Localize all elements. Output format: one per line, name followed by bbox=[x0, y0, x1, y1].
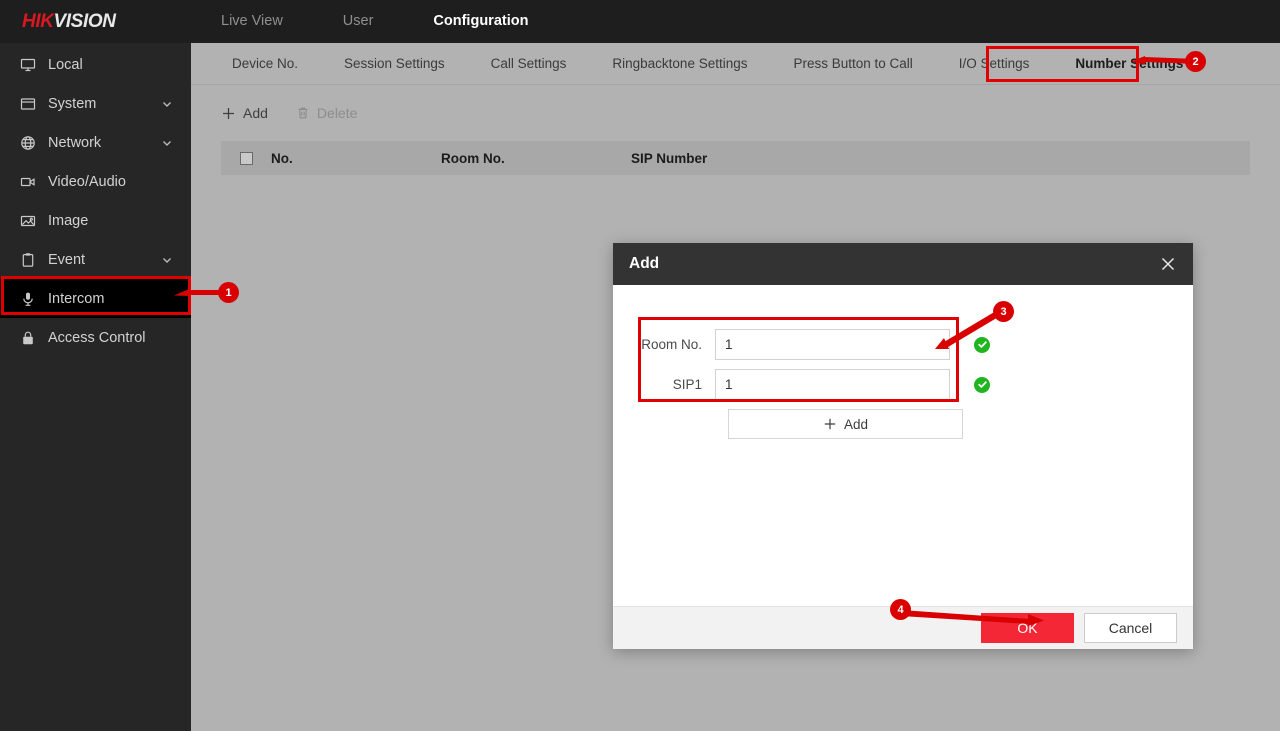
sidebar-label-system: System bbox=[48, 95, 97, 112]
logo-text-vision: VISION bbox=[53, 10, 116, 32]
dialog-header: Add bbox=[613, 243, 1193, 285]
settings-tab-bar: Device No. Session Settings Call Setting… bbox=[191, 43, 1280, 85]
tab-ringbacktone-settings[interactable]: Ringbacktone Settings bbox=[589, 43, 770, 85]
sidebar-item-access-control[interactable]: Access Control bbox=[0, 318, 191, 357]
sidebar: Local System Network Video/Audio Image E… bbox=[0, 43, 191, 731]
hikvision-logo: HIKVISION bbox=[0, 11, 191, 33]
add-button[interactable]: Add bbox=[221, 105, 268, 121]
valid-check-icon bbox=[974, 336, 990, 353]
sidebar-label-image: Image bbox=[48, 212, 89, 229]
nav-item-live-view[interactable]: Live View bbox=[191, 0, 313, 43]
tab-press-button-to-call[interactable]: Press Button to Call bbox=[770, 43, 935, 85]
dialog-add-row-button[interactable]: Add bbox=[728, 409, 963, 439]
sidebar-label-access-control: Access Control bbox=[48, 329, 146, 346]
sidebar-item-network[interactable]: Network bbox=[0, 123, 191, 162]
tab-call-settings[interactable]: Call Settings bbox=[468, 43, 590, 85]
table-body-empty bbox=[221, 175, 1250, 235]
top-nav-items: Live View User Configuration bbox=[191, 0, 558, 43]
chevron-down-icon[interactable] bbox=[161, 137, 173, 149]
sidebar-item-local[interactable]: Local bbox=[0, 45, 191, 84]
dialog-title: Add bbox=[629, 255, 660, 272]
sidebar-label-video-audio: Video/Audio bbox=[48, 173, 126, 190]
sidebar-label-network: Network bbox=[48, 134, 102, 151]
close-icon[interactable] bbox=[1157, 253, 1179, 275]
column-header-no: No. bbox=[271, 150, 293, 166]
video-icon bbox=[16, 173, 40, 191]
dialog-footer: OK Cancel bbox=[613, 606, 1193, 649]
sidebar-item-video-audio[interactable]: Video/Audio bbox=[0, 162, 191, 201]
form-row-sip1: SIP1 bbox=[613, 369, 1193, 400]
column-header-sip-number: SIP Number bbox=[631, 150, 708, 166]
table-header-row: No. Room No. SIP Number bbox=[221, 141, 1250, 175]
tab-device-no[interactable]: Device No. bbox=[209, 43, 321, 85]
sip1-input[interactable] bbox=[715, 369, 950, 400]
sidebar-item-image[interactable]: Image bbox=[0, 201, 191, 240]
select-all-checkbox[interactable] bbox=[239, 151, 253, 165]
column-header-room-no: Room No. bbox=[441, 150, 505, 166]
logo-text-hik: HIK bbox=[22, 10, 54, 32]
table-toolbar: Add Delete bbox=[191, 85, 1280, 141]
lock-icon bbox=[16, 329, 40, 347]
monitor-icon bbox=[16, 56, 40, 74]
tab-session-settings[interactable]: Session Settings bbox=[321, 43, 468, 85]
tab-number-settings[interactable]: Number Settings bbox=[1052, 43, 1206, 85]
plus-icon bbox=[221, 106, 236, 121]
form-row-room-no: Room No. bbox=[613, 329, 1193, 360]
clipboard-icon bbox=[16, 251, 40, 269]
room-no-input[interactable] bbox=[715, 329, 950, 360]
sidebar-label-local: Local bbox=[48, 56, 83, 73]
delete-button-label: Delete bbox=[316, 105, 358, 121]
select-all-checkbox-cell bbox=[221, 151, 271, 165]
sidebar-item-intercom[interactable]: Intercom bbox=[0, 279, 191, 318]
globe-icon bbox=[16, 134, 40, 152]
dialog-add-row-label: Add bbox=[843, 416, 869, 432]
sidebar-label-intercom: Intercom bbox=[48, 290, 105, 307]
sidebar-item-event[interactable]: Event bbox=[0, 240, 191, 279]
chevron-down-icon[interactable] bbox=[161, 254, 173, 266]
add-dialog: Add Room No. SIP1 bbox=[613, 243, 1193, 649]
dialog-cancel-button[interactable]: Cancel bbox=[1084, 613, 1177, 643]
nav-item-configuration[interactable]: Configuration bbox=[403, 0, 558, 43]
chevron-down-icon[interactable] bbox=[161, 98, 173, 110]
tab-io-settings[interactable]: I/O Settings bbox=[936, 43, 1053, 85]
dialog-body: Room No. SIP1 Add bbox=[613, 285, 1193, 606]
picture-icon bbox=[16, 212, 40, 230]
label-sip1: SIP1 bbox=[672, 377, 702, 392]
plus-icon bbox=[823, 417, 837, 431]
top-navigation-bar: HIKVISION Live View User Configuration bbox=[0, 0, 1280, 43]
microphone-icon bbox=[16, 290, 40, 308]
app-root: HIKVISION Live View User Configuration L… bbox=[0, 0, 1280, 731]
number-settings-table: No. Room No. SIP Number bbox=[191, 141, 1280, 235]
window-icon bbox=[16, 95, 40, 113]
label-room-no: Room No. bbox=[641, 337, 702, 352]
dialog-ok-button[interactable]: OK bbox=[981, 613, 1074, 643]
valid-check-icon bbox=[974, 376, 990, 393]
trash-icon bbox=[296, 106, 310, 120]
sidebar-item-system[interactable]: System bbox=[0, 84, 191, 123]
delete-button[interactable]: Delete bbox=[296, 105, 357, 121]
sidebar-label-event: Event bbox=[48, 251, 86, 268]
add-button-label: Add bbox=[243, 105, 268, 121]
nav-item-user[interactable]: User bbox=[313, 0, 404, 43]
